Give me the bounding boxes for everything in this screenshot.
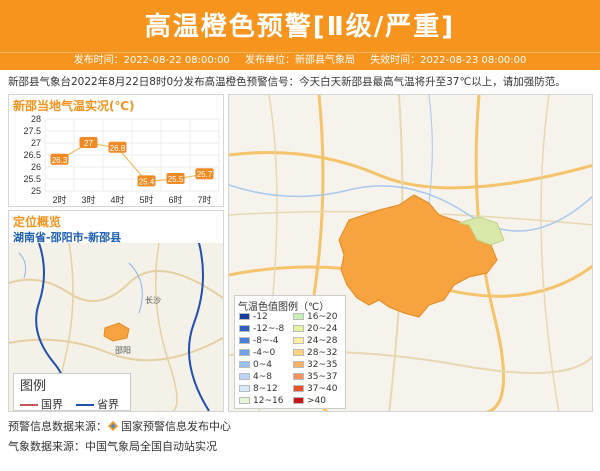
color-swatch	[293, 373, 304, 380]
y-tick-label: 28	[31, 114, 41, 124]
color-swatch	[293, 349, 304, 356]
temperature-data-label: 26.3	[52, 156, 68, 165]
color-swatch	[293, 325, 304, 332]
x-tick-label: 7时	[197, 194, 211, 205]
color-legend-item: 32~35	[293, 360, 337, 370]
color-legend-label: 0~4	[253, 360, 272, 370]
y-tick-label: 27.5	[23, 126, 41, 136]
color-legend-label: 12~16	[253, 396, 284, 406]
color-legend-label: 4~8	[253, 372, 272, 382]
temperature-data-label: 27	[84, 139, 93, 148]
color-legend-label: -8~-4	[253, 336, 279, 346]
color-legend-item: 24~28	[293, 336, 337, 346]
color-swatch	[293, 385, 304, 392]
color-legend-label: -12	[253, 312, 268, 322]
color-legend-label: 16~20	[307, 312, 338, 322]
color-swatch	[293, 337, 304, 344]
color-legend-label: 20~24	[307, 324, 338, 334]
color-legend-item: 37~40	[293, 384, 337, 394]
color-legend-item: 16~20	[293, 312, 337, 322]
province-border-line-icon	[76, 404, 94, 406]
color-swatch	[293, 397, 304, 404]
color-swatch	[239, 373, 250, 380]
x-tick-label: 4时	[110, 194, 124, 205]
city-label-changsha: 长沙	[145, 295, 161, 305]
temperature-data-label: 25.5	[168, 175, 184, 184]
y-tick-label: 25	[31, 186, 41, 196]
warning-source-label: 预警信息数据来源：	[8, 420, 107, 433]
color-swatch	[239, 313, 250, 320]
color-swatch	[239, 349, 250, 356]
expire-time: 失效时间：2022-08-23 08:00:00	[370, 55, 527, 66]
color-legend-label: 28~32	[307, 348, 338, 358]
boundary-legend-title: 图例	[20, 379, 47, 394]
y-tick-label: 26.5	[23, 150, 41, 160]
color-legend-label: -12~-8	[253, 324, 285, 334]
warning-description: 新邵县气象台2022年8月22日8时0分发布高温橙色预警信号：今天白天新邵县最高…	[8, 76, 566, 88]
color-legend-label: 35~37	[307, 372, 338, 382]
warning-source: 预警信息数据来源： 国家预警信息发布中心	[8, 418, 231, 434]
color-swatch	[239, 325, 250, 332]
color-legend-item: 35~37	[293, 372, 337, 382]
meta-bar: 发布时间：2022-08-22 08:00:00 发布单位：新邵县气象局 失效时…	[0, 52, 600, 70]
temperature-data-label: 25.7	[197, 170, 213, 179]
x-tick-label: 5时	[139, 194, 153, 205]
temperature-chart: 28 27.5 27 26.5 26 25.5 25 26.3 2时 27 3时 26.8 4时 25.4…	[23, 114, 220, 205]
color-legend-label: 24~28	[307, 336, 338, 346]
color-legend-item: 28~32	[293, 348, 337, 358]
color-legend-item: 8~12	[239, 384, 278, 394]
color-legend-item: 0~4	[239, 360, 272, 370]
location-panel: 定位概览 湖南省-邵阳市-新邵县 长沙 邵阳 图例 国界 省界	[8, 210, 224, 412]
location-title: 定位概览	[13, 215, 62, 229]
color-legend-item: -8~-4	[239, 336, 279, 346]
page-title: 高温橙色预警[Ⅱ级/严重]	[144, 12, 456, 42]
color-swatch	[293, 313, 304, 320]
color-legend-label: 37~40	[307, 384, 338, 394]
color-legend-label: >40	[307, 396, 326, 406]
y-tick-label: 26	[31, 162, 41, 172]
x-tick-label: 6时	[168, 194, 182, 205]
temperature-color-legend: 气温色值图例（℃） -12 16~20 -12~-8 20~24 -8~-4 24~28 -…	[234, 295, 346, 409]
legend-province-border: 省界	[76, 396, 119, 412]
temperature-chart-panel: 新邵当地气温实况(℃) 28 27.5 27 26.5 26 25.5 25 26.3 2时 27…	[8, 94, 224, 207]
color-legend-title: 气温色值图例（℃）	[238, 302, 330, 313]
color-legend-item: 4~8	[239, 372, 272, 382]
color-legend-item: -12~-8	[239, 324, 284, 334]
weather-data-source: 气象数据来源：中国气象局全国自动站实况	[8, 440, 217, 453]
national-border-line-icon	[20, 404, 38, 406]
temperature-data-label: 25.4	[139, 177, 155, 186]
main-map-panel[interactable]: 气温色值图例（℃） -12 16~20 -12~-8 20~24 -8~-4 24~28 -…	[228, 94, 593, 412]
x-tick-label: 2时	[52, 194, 66, 205]
color-legend-label: -4~0	[253, 348, 276, 358]
boundary-legend: 图例 国界 省界	[13, 373, 131, 411]
color-legend-label: 32~35	[307, 360, 338, 370]
color-legend-item: -12	[239, 312, 268, 322]
y-tick-label: 25.5	[23, 174, 41, 184]
color-legend-item: >40	[293, 396, 326, 406]
color-swatch	[239, 397, 250, 404]
header-bar: 高温橙色预警[Ⅱ级/严重]	[0, 0, 600, 52]
x-tick-label: 3时	[81, 194, 95, 205]
legend-national-border: 国界	[20, 396, 63, 412]
city-label-shaoyang: 邵阳	[115, 346, 131, 355]
color-legend-item: 20~24	[293, 324, 337, 334]
publish-time: 发布时间：2022-08-22 08:00:00	[73, 55, 230, 66]
warning-source-org: 国家预警信息发布中心	[121, 420, 231, 433]
color-legend-item: -4~0	[239, 348, 275, 358]
y-tick-label: 27	[31, 138, 41, 148]
color-swatch	[239, 361, 250, 368]
color-swatch	[239, 385, 250, 392]
temperature-data-label: 26.8	[110, 144, 126, 153]
color-swatch	[239, 337, 250, 344]
publisher: 发布单位：新邵县气象局	[245, 55, 355, 66]
color-swatch	[293, 361, 304, 368]
warning-center-logo-icon	[108, 421, 118, 431]
color-legend-label: 8~12	[253, 384, 278, 394]
color-legend-item: 12~16	[239, 396, 283, 406]
